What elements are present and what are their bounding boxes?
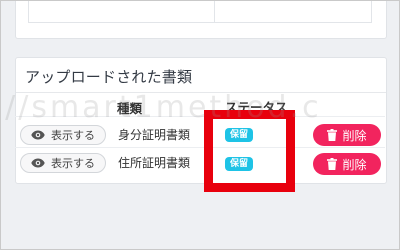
view-document-label: 表示する (51, 157, 95, 170)
trash-icon (327, 158, 338, 170)
view-document-button[interactable]: 表示する (20, 153, 106, 173)
delete-document-button[interactable]: 削除 (313, 124, 381, 146)
previous-section-table (28, 0, 372, 23)
delete-label: 削除 (342, 157, 367, 172)
view-document-label: 表示する (51, 129, 95, 142)
column-header-kind: 種類 (117, 101, 143, 116)
row-divider (15, 116, 385, 117)
delete-label: 削除 (342, 128, 367, 143)
trash-icon (327, 129, 338, 141)
document-name: 住所証明書類 (118, 156, 191, 170)
document-name: 身分証明書類 (118, 128, 191, 142)
uploaded-documents-header: アップロードされた書類 (16, 58, 386, 93)
column-header-status: ステータス (225, 100, 288, 115)
status-badge: 保留 (225, 128, 254, 142)
uploaded-documents-title: アップロードされた書類 (25, 68, 193, 86)
table-divider (214, 0, 215, 22)
eye-icon (31, 130, 45, 140)
row-divider (15, 147, 385, 148)
eye-icon (31, 158, 45, 168)
view-document-button[interactable]: 表示する (20, 125, 106, 145)
status-badge: 保留 (225, 157, 254, 171)
delete-document-button[interactable]: 削除 (313, 153, 381, 175)
previous-section-card (15, 0, 387, 39)
